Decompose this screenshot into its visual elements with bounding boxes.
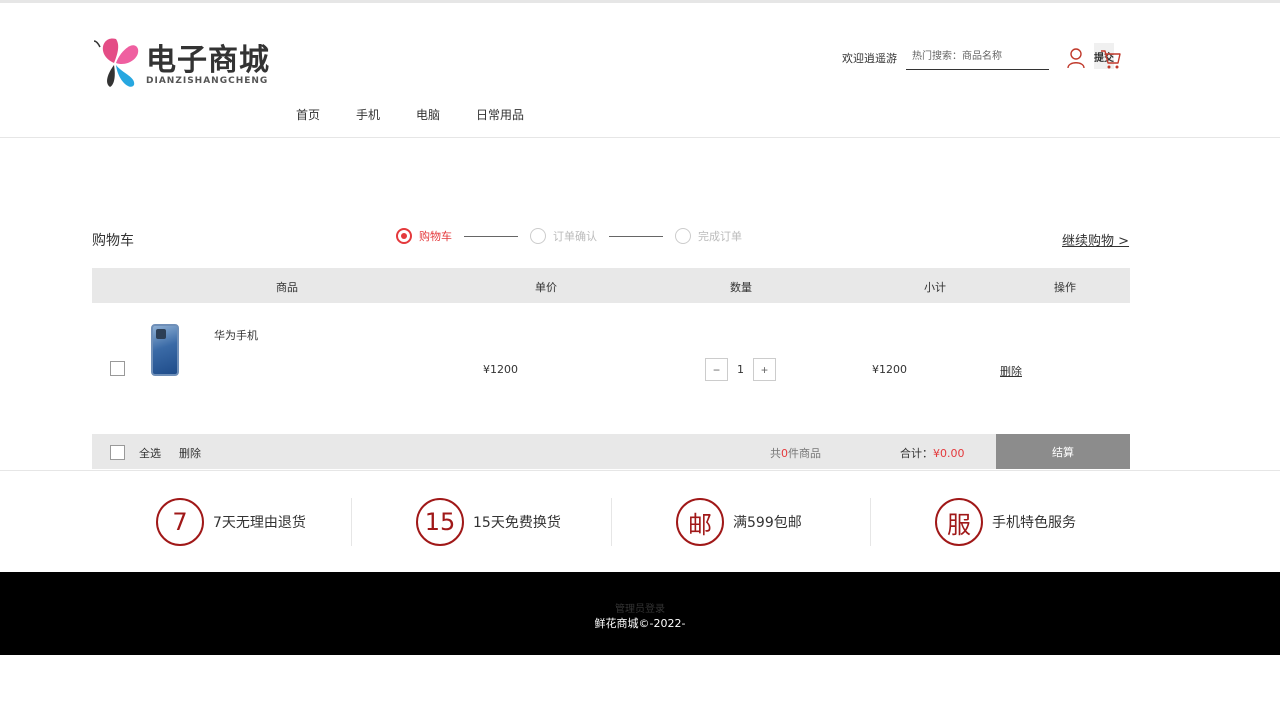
page-title: 购物车: [92, 233, 134, 249]
item-count: 共0件商品: [770, 447, 821, 460]
nav-computers[interactable]: 电脑: [416, 106, 440, 123]
service-divider: [611, 498, 612, 546]
logo-subtitle: DIANZISHANGCHENG: [146, 76, 269, 86]
service-label: 7天无理由退货: [213, 515, 306, 531]
cart-total: 合计：¥0.00: [900, 447, 965, 460]
column-header-price: 单价: [535, 281, 557, 294]
search-input[interactable]: [906, 43, 1026, 69]
return-7-day-icon: 7: [156, 498, 204, 546]
step-inactive-icon: [675, 228, 691, 244]
service-exchange: 15 15天免费换货: [416, 498, 561, 546]
service-label: 满599包邮: [733, 515, 802, 531]
nav-daily-goods[interactable]: 日常用品: [476, 106, 524, 123]
unit-price: ¥1200: [483, 363, 518, 376]
select-all-label[interactable]: 全选: [139, 445, 161, 461]
cart-summary-bar: 全选 删除 共0件商品 合计：¥0.00 结算: [92, 434, 1130, 469]
site-logo[interactable]: 电子商城 DIANZISHANGCHENG: [93, 33, 274, 93]
service-special: 服 手机特色服务: [935, 498, 1076, 546]
service-label: 15天免费换货: [473, 515, 561, 531]
service-divider: [870, 498, 871, 546]
logo-title: 电子商城: [146, 43, 270, 78]
increase-quantity-button[interactable]: +: [753, 358, 776, 381]
step-label: 完成订单: [698, 230, 742, 243]
column-header-product: 商品: [276, 281, 298, 294]
nav-home[interactable]: 首页: [296, 106, 320, 123]
special-service-icon: 服: [935, 498, 983, 546]
cart-item-row: 华为手机 ¥1200 − 1 + ¥1200 删除: [92, 303, 1130, 433]
item-checkbox[interactable]: [110, 361, 125, 376]
service-divider: [351, 498, 352, 546]
decrease-quantity-button[interactable]: −: [705, 358, 728, 381]
step-divider: [464, 235, 518, 237]
butterfly-logo-icon: [93, 38, 139, 87]
search-box: 提交: [906, 43, 1114, 70]
cart-table-header: 商品 单价 数量 小计 操作: [92, 268, 1130, 303]
column-header-actions: 操作: [1054, 281, 1076, 294]
cart-icon[interactable]: [1100, 48, 1122, 70]
step-cart: 购物车: [396, 228, 452, 244]
column-header-subtotal: 小计: [924, 281, 946, 294]
step-active-icon: [396, 228, 412, 244]
welcome-text: 欢迎逍遥游: [842, 52, 897, 65]
site-header: 电子商城 DIANZISHANGCHENG 欢迎逍遥游 提交 首页 手机 电脑 …: [0, 3, 1280, 138]
product-name[interactable]: 华为手机: [214, 327, 258, 343]
copyright-text: 鲜花商城©-2022-: [594, 617, 686, 630]
checkout-steps: 购物车 订单确认 完成订单: [396, 226, 742, 246]
free-shipping-icon: 邮: [676, 498, 724, 546]
quantity-value: 1: [737, 363, 744, 376]
user-icon[interactable]: [1066, 47, 1086, 69]
step-divider: [609, 235, 663, 237]
step-label: 订单确认: [553, 230, 597, 243]
delete-selected-link[interactable]: 删除: [179, 445, 201, 461]
service-shipping: 邮 满599包邮: [676, 498, 802, 546]
column-header-quantity: 数量: [730, 281, 752, 294]
step-inactive-icon: [530, 228, 546, 244]
product-image[interactable]: [151, 324, 179, 376]
main-nav: 首页 手机 电脑 日常用品: [296, 106, 560, 123]
continue-shopping-link[interactable]: 继续购物 >: [1062, 230, 1129, 249]
site-footer: 管理员登录 鲜花商城©-2022-: [0, 572, 1280, 655]
quantity-stepper: − 1 +: [705, 358, 776, 381]
delete-item-link[interactable]: 删除: [1000, 363, 1022, 379]
nav-phones[interactable]: 手机: [356, 106, 380, 123]
service-guarantees: 7 7天无理由退货 15 15天免费换货 邮 满599包邮 服 手机特色服务: [0, 470, 1280, 572]
exchange-15-day-icon: 15: [416, 498, 464, 546]
step-label: 购物车: [419, 230, 452, 243]
select-all-checkbox[interactable]: [110, 445, 125, 460]
step-confirm: 订单确认: [530, 228, 597, 244]
admin-login-link[interactable]: 管理员登录: [0, 600, 1280, 615]
service-return: 7 7天无理由退货: [156, 498, 306, 546]
item-subtotal: ¥1200: [872, 363, 907, 376]
step-complete: 完成订单: [675, 228, 742, 244]
checkout-button[interactable]: 结算: [996, 434, 1130, 469]
service-label: 手机特色服务: [992, 515, 1076, 531]
